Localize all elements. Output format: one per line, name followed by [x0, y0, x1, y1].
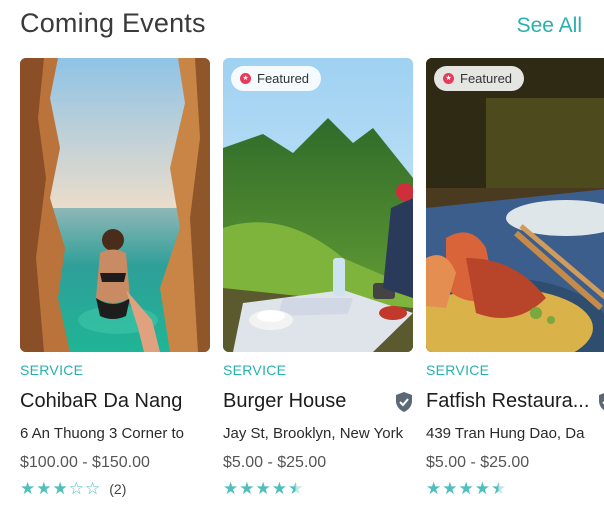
see-all-link[interactable]: See All — [517, 14, 582, 38]
star-half-icon: ★ — [491, 479, 507, 498]
star-rating: ★ ★ ★ ★ ★ — [426, 480, 507, 497]
event-name[interactable]: CohibaR Da Nang — [20, 390, 196, 413]
event-category: SERVICE — [20, 362, 84, 378]
star-empty-icon: ☆ — [85, 479, 101, 498]
event-address: 6 An Thuong 3 Corner to — [20, 425, 185, 442]
featured-label: Featured — [257, 71, 310, 86]
star-rating: ★ ★ ★ ★ ★ — [223, 480, 304, 497]
star-rating: ★ ★ ★ ☆ ☆ (2) — [20, 480, 126, 497]
event-name[interactable]: Fatfish Restaura... — [426, 390, 602, 413]
event-category: SERVICE — [426, 362, 490, 378]
featured-badge: ★ Featured — [231, 66, 322, 91]
event-address: Jay St, Brooklyn, New York — [223, 425, 404, 442]
event-image[interactable]: ★ Featured — [426, 58, 604, 352]
star-full-icon: ★ — [52, 479, 68, 498]
featured-star-icon: ★ — [443, 73, 454, 84]
star-half-icon: ★ — [288, 479, 304, 498]
verified-shield-icon — [395, 391, 413, 418]
event-address: 439 Tran Hung Dao, Da — [426, 425, 585, 442]
verified-shield-icon — [598, 391, 604, 418]
section-title: Coming Events — [20, 8, 206, 38]
review-count: (2) — [109, 480, 127, 497]
star-full-icon: ★ — [255, 479, 271, 498]
event-category: SERVICE — [223, 362, 287, 378]
star-full-icon: ★ — [271, 479, 287, 498]
star-full-icon: ★ — [474, 479, 490, 498]
event-price: $5.00 - $25.00 — [223, 454, 327, 471]
star-full-icon: ★ — [442, 479, 458, 498]
featured-label: Featured — [460, 71, 513, 86]
event-name[interactable]: Burger House — [223, 390, 399, 413]
featured-badge: ★ Featured — [434, 66, 525, 91]
event-card[interactable]: ★ Featured SERVICE Fatfish Restaura... 4… — [426, 58, 604, 528]
star-full-icon: ★ — [426, 479, 442, 498]
star-full-icon: ★ — [36, 479, 52, 498]
event-image[interactable]: ★ Featured — [223, 58, 413, 352]
event-image[interactable] — [20, 58, 210, 352]
star-full-icon: ★ — [20, 479, 36, 498]
event-price: $5.00 - $25.00 — [426, 454, 530, 471]
star-full-icon: ★ — [458, 479, 474, 498]
event-card[interactable]: ★ Featured SERVICE Burger House Jay St, … — [223, 58, 413, 528]
event-price: $100.00 - $150.00 — [20, 454, 150, 471]
star-full-icon: ★ — [223, 479, 239, 498]
star-empty-icon: ☆ — [68, 479, 84, 498]
star-full-icon: ★ — [239, 479, 255, 498]
featured-star-icon: ★ — [240, 73, 251, 84]
event-card[interactable]: SERVICE CohibaR Da Nang 6 An Thuong 3 Co… — [20, 58, 210, 528]
